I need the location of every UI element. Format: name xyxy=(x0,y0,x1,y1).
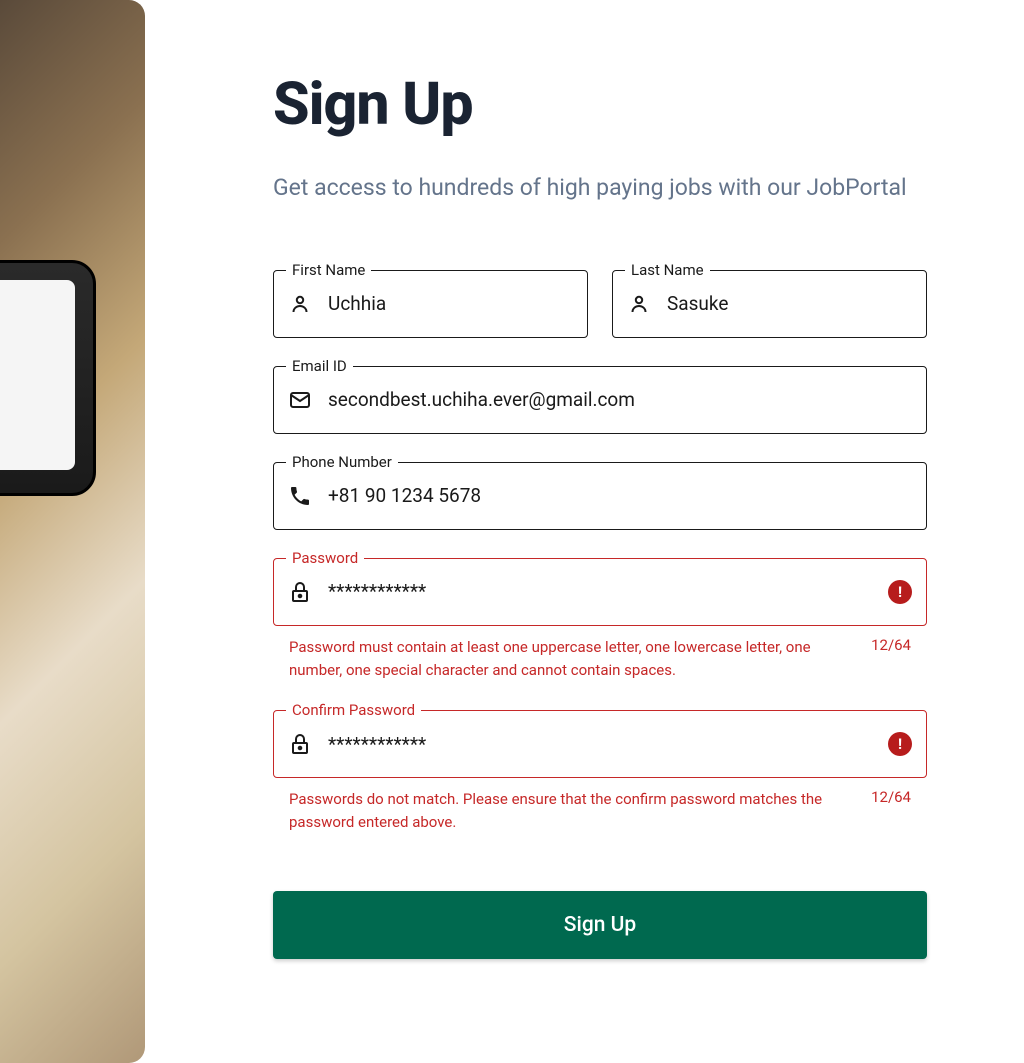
person-icon xyxy=(627,292,651,316)
signup-button[interactable]: Sign Up xyxy=(273,891,927,959)
confirm-password-input[interactable] xyxy=(328,733,878,756)
phone-field: Phone Number xyxy=(273,462,927,530)
confirm-password-counter: 12/64 xyxy=(871,788,911,806)
phone-label: Phone Number xyxy=(286,453,398,471)
confirm-password-label: Confirm Password xyxy=(286,701,421,719)
last-name-field: Last Name xyxy=(612,270,927,338)
email-input[interactable] xyxy=(328,388,912,411)
confirm-password-error-text: Passwords do not match. Please ensure th… xyxy=(289,788,855,835)
page-title: Sign Up xyxy=(273,70,927,139)
first-name-field: First Name xyxy=(273,270,588,338)
signup-form: First Name Last Name Ema xyxy=(273,270,927,959)
signup-panel: Sign Up Get access to hundreds of high p… xyxy=(145,0,1024,1063)
first-name-input[interactable] xyxy=(328,292,573,315)
lock-icon xyxy=(288,580,312,604)
page-subtitle: Get access to hundreds of high paying jo… xyxy=(273,171,927,206)
lock-icon xyxy=(288,732,312,756)
hero-image xyxy=(0,0,145,1063)
email-field: Email ID xyxy=(273,366,927,434)
password-field: Password ! Password must contain at leas… xyxy=(273,558,927,683)
person-icon xyxy=(288,292,312,316)
email-label: Email ID xyxy=(286,357,353,375)
password-counter: 12/64 xyxy=(871,636,911,654)
email-icon xyxy=(288,388,312,412)
phone-input[interactable] xyxy=(328,484,912,507)
password-error-text: Password must contain at least one upper… xyxy=(289,636,855,683)
password-label: Password xyxy=(286,549,364,567)
phone-icon xyxy=(288,484,312,508)
error-icon: ! xyxy=(888,580,912,604)
error-icon: ! xyxy=(888,732,912,756)
last-name-input[interactable] xyxy=(667,292,912,315)
password-input[interactable] xyxy=(328,580,878,603)
confirm-password-field: Confirm Password ! Passwords do not matc… xyxy=(273,710,927,835)
last-name-label: Last Name xyxy=(625,261,710,279)
first-name-label: First Name xyxy=(286,261,371,279)
